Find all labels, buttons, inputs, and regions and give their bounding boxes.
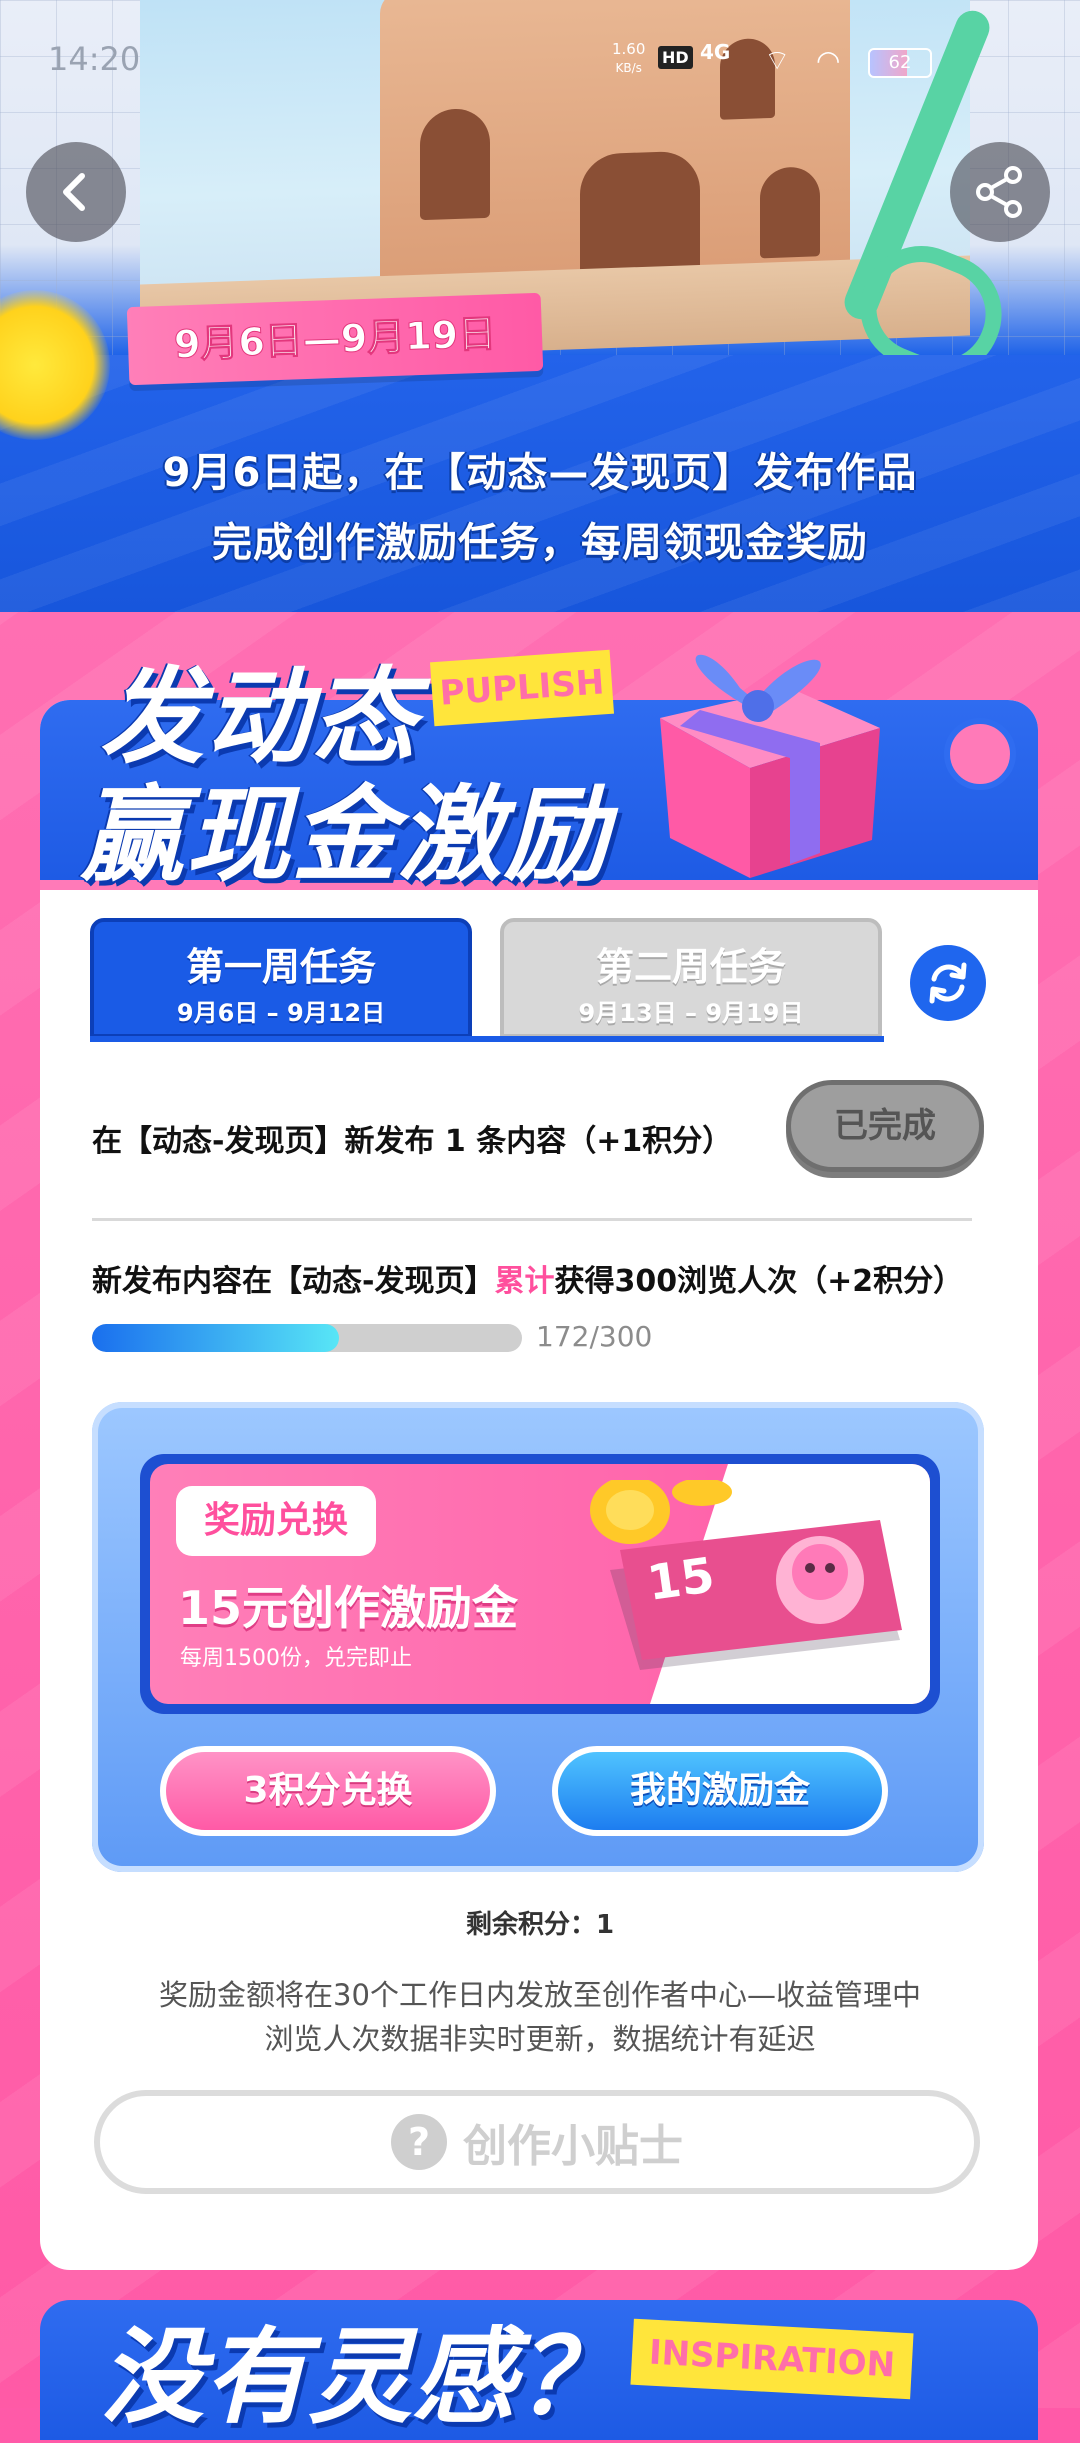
publish-badge: PUPLISH <box>429 649 615 727</box>
highlight-cumulative: 累计 <box>494 1264 555 1299</box>
back-button[interactable] <box>26 142 126 242</box>
hero-description-line2: 完成创作激励任务，每周领现金奖励 <box>212 520 868 566</box>
tips-label: 创作小贴士 <box>463 2121 683 2172</box>
signal-icon: 4G <box>700 40 731 64</box>
wifi-icon: ◠ <box>816 44 841 77</box>
hero-description-line1: 9月6日起，在【动态—发现页】发布作品 <box>162 450 918 496</box>
status-time: 14:20 <box>48 40 141 78</box>
creation-tips-button[interactable]: ? 创作小贴士 <box>94 2090 980 2194</box>
cash-ticket-icon: 15 <box>590 1480 902 1670</box>
decorative-ring <box>944 718 1016 790</box>
battery-icon: 62 <box>868 48 932 78</box>
hd-icon: HD <box>658 46 693 69</box>
reward-title: 15元创作激励金 <box>178 1581 519 1635</box>
card-title-line2: 赢现金激励 <box>80 774 611 896</box>
task-publish-text: 在【动态-发现页】新发布 1 条内容（+1积分） <box>92 1124 733 1159</box>
task-views-text: 新发布内容在【动态-发现页】累计获得300浏览人次（+2积分） <box>92 1264 964 1299</box>
tab-week-2[interactable]: 第二周任务 9月13日 – 9月19日 <box>500 918 882 1038</box>
question-icon: ? <box>391 2114 447 2170</box>
reward-exchange-tag: 奖励兑换 <box>176 1486 376 1556</box>
gift-box-icon <box>660 654 880 878</box>
refresh-icon <box>929 962 967 1004</box>
chevron-left-icon <box>63 173 85 211</box>
tab-week-2-dates: 9月13日 – 9月19日 <box>578 999 804 1027</box>
redeem-button[interactable]: 3积分兑换 <box>160 1746 496 1836</box>
views-progress-label: 172/300 <box>536 1320 653 1353</box>
network-speed: 1.60 KB/s <box>612 40 646 75</box>
inspiration-title: 没有灵感？ <box>100 2316 621 2438</box>
refresh-button[interactable] <box>910 945 986 1021</box>
payout-note: 奖励金额将在30个工作日内发放至创作者中心—收益管理中 <box>159 1978 921 2012</box>
signal-bars-icon: ⌔ <box>764 44 791 77</box>
reward-subtitle: 每周1500份，兑完即止 <box>180 1646 412 1671</box>
delay-note: 浏览人次数据非实时更新，数据统计有延迟 <box>264 2022 816 2056</box>
tab-week-1-dates: 9月6日 – 9月12日 <box>176 999 386 1027</box>
views-progress-fill <box>92 1324 339 1352</box>
share-icon <box>976 166 1022 218</box>
tab-underline <box>90 1036 884 1042</box>
status-bar: 14:20 1.60 KB/s HD 4G ⌔ ◠ 62 <box>0 0 1080 120</box>
task-divider <box>92 1218 972 1221</box>
ticket-number: 15 <box>644 1547 718 1612</box>
remaining-points: 剩余积分：1 <box>465 1910 615 1940</box>
date-range-badge: 9月6日—9月19日 <box>126 292 544 386</box>
views-progress-bar <box>92 1324 522 1352</box>
share-button[interactable] <box>950 142 1050 242</box>
tab-week-1-label: 第一周任务 <box>185 945 376 989</box>
tab-week-2-label: 第二周任务 <box>595 945 786 989</box>
tab-week-1[interactable]: 第一周任务 9月6日 – 9月12日 <box>90 918 472 1038</box>
my-incentive-button[interactable]: 我的激励金 <box>552 1746 888 1836</box>
task-completed-button[interactable]: 已完成 <box>786 1080 984 1172</box>
